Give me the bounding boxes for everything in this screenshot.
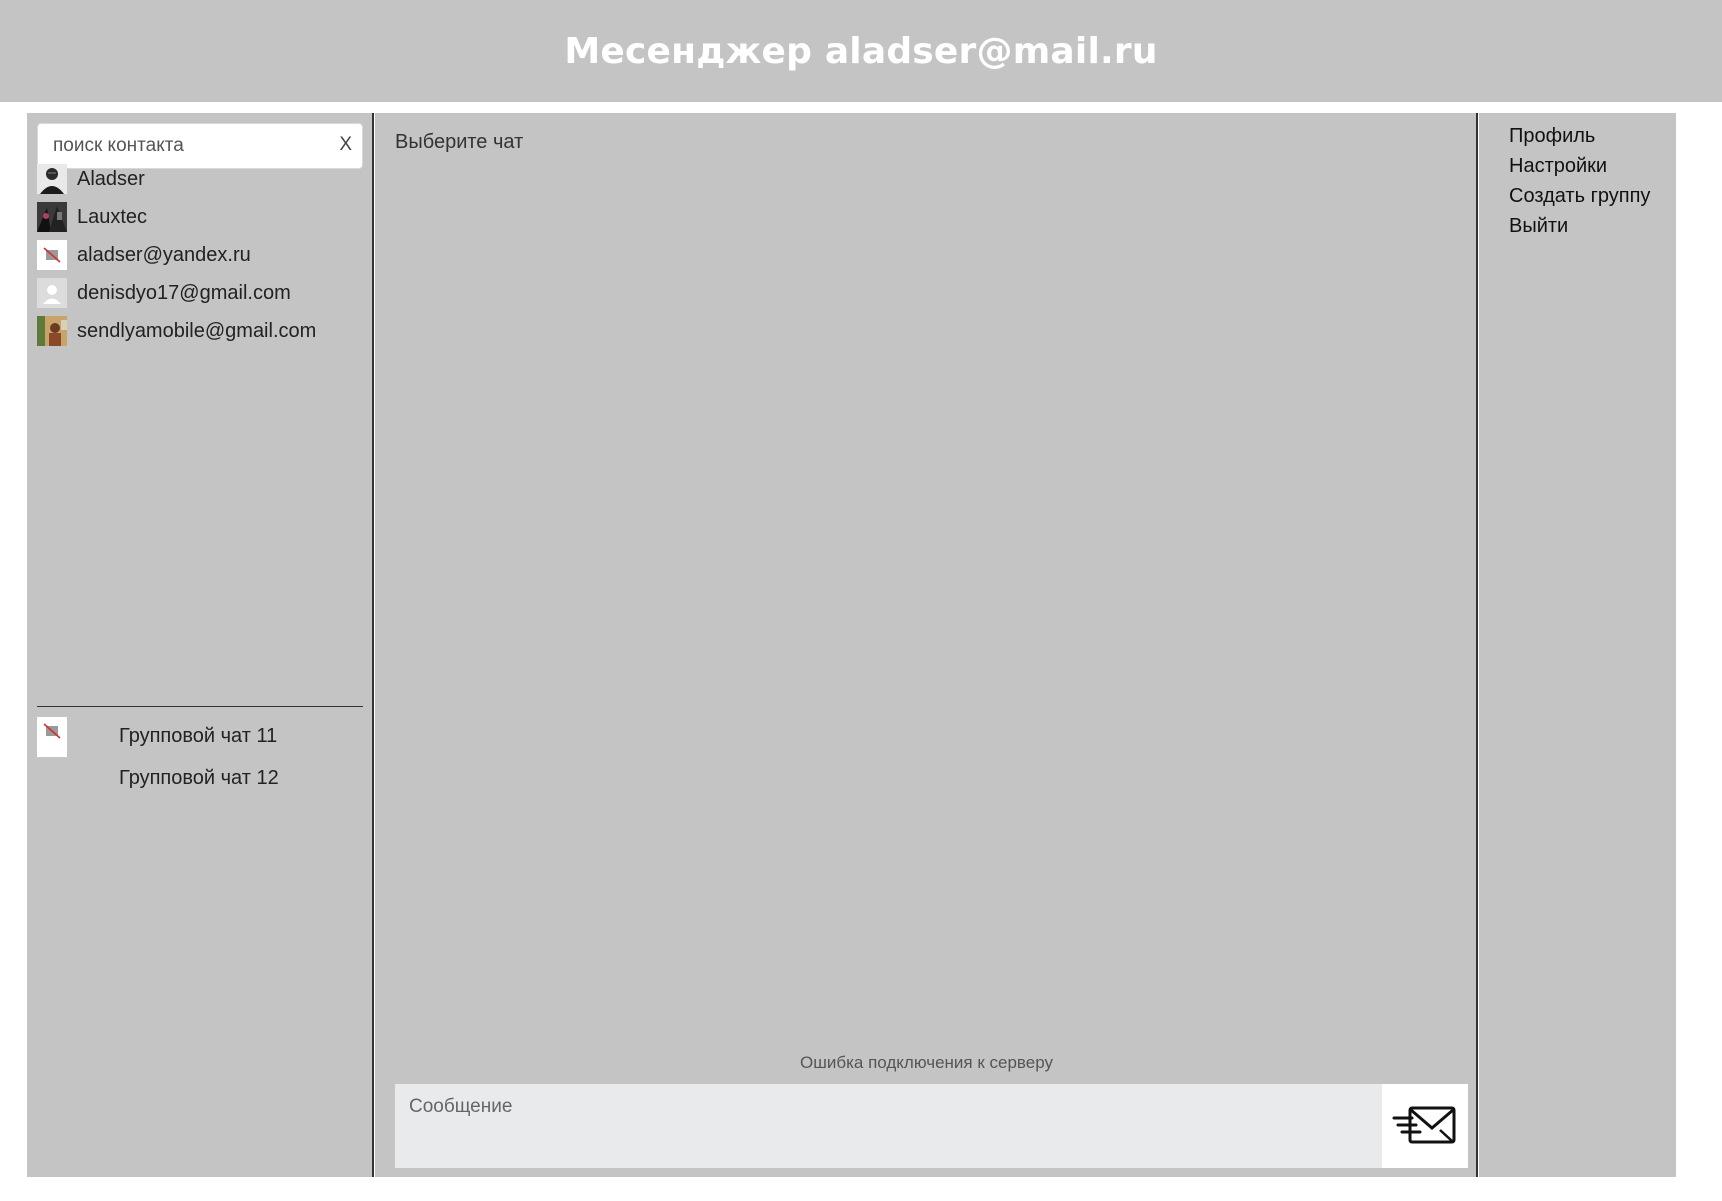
- contact-name: Lauxtec: [77, 205, 148, 228]
- group-chat-item[interactable]: Групповой чат 12: [37, 759, 363, 799]
- contact-avatar: [37, 316, 67, 346]
- clear-search-button[interactable]: X: [339, 134, 352, 156]
- chat-panel: Выберите чат Ошибка подключения к сервер…: [375, 113, 1478, 1177]
- contacts-sidebar: X Aladser Lauxtec: [27, 113, 374, 1177]
- contact-item[interactable]: denisdyo17@gmail.com: [37, 277, 291, 309]
- menu-item-create-group[interactable]: Создать группу: [1509, 185, 1650, 208]
- default-user-icon: [37, 278, 67, 308]
- contact-name: aladser@yandex.ru: [77, 243, 251, 266]
- contact-name: Aladser: [77, 167, 145, 190]
- message-input[interactable]: [395, 1084, 1380, 1168]
- user-menu: Профиль Настройки Создать группу Выйти: [1479, 113, 1676, 1177]
- menu-item-profile[interactable]: Профиль: [1509, 125, 1595, 148]
- message-composer: [395, 1084, 1468, 1168]
- app-header: Месенджер aladser@mail.ru: [0, 0, 1722, 102]
- contact-item[interactable]: Aladser: [37, 163, 145, 195]
- contact-avatar: [37, 164, 67, 194]
- contact-name: sendlyamobile@gmail.com: [77, 319, 317, 342]
- page-title: Месенджер aladser@mail.ru: [564, 30, 1158, 72]
- connection-status: Ошибка подключения к серверу: [800, 1053, 1053, 1072]
- contact-item[interactable]: sendlyamobile@gmail.com: [37, 315, 316, 347]
- broken-image-icon: [37, 240, 67, 270]
- search-input[interactable]: [38, 124, 328, 168]
- contact-item[interactable]: Lauxtec: [37, 201, 147, 233]
- contact-avatar: [37, 202, 67, 232]
- menu-item-settings[interactable]: Настройки: [1509, 155, 1607, 178]
- contact-name: denisdyo17@gmail.com: [77, 281, 291, 304]
- send-envelope-icon: [1392, 1106, 1456, 1144]
- contact-item[interactable]: aladser@yandex.ru: [37, 239, 251, 271]
- send-button[interactable]: [1382, 1084, 1468, 1168]
- group-chat-item[interactable]: Групповой чат 11: [37, 717, 363, 757]
- menu-item-logout[interactable]: Выйти: [1509, 215, 1568, 238]
- select-chat-hint: Выберите чат: [395, 131, 524, 153]
- section-divider: [37, 706, 363, 707]
- broken-image-icon: [37, 717, 67, 757]
- group-chat-name: Групповой чат 12: [119, 767, 279, 789]
- group-chat-name: Групповой чат 11: [119, 725, 278, 747]
